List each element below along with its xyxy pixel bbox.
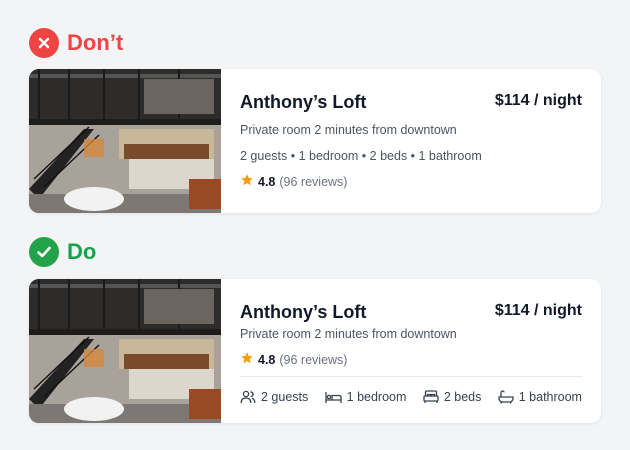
listing-rating: 4.8 (96 reviews) [240,351,347,368]
amenity-guests: 2 guests [240,390,308,404]
listing-rating: 4.8 (96 reviews) [240,173,347,190]
listing-details: 2 guests • 1 bedroom • 2 beds • 1 bathro… [240,149,482,163]
listing-card-dont[interactable]: Anthony’s Loft $114 / night Private room… [29,69,601,213]
amenity-label: 1 bedroom [346,390,407,404]
listing-price: $114 / night [494,92,582,109]
amenity-bedroom: 1 bedroom [325,390,407,404]
listing-photo [29,279,221,423]
listing-title[interactable]: Anthony’s Loft [240,302,366,323]
rating-reviews[interactable]: (96 reviews) [279,353,347,367]
bedroom-icon [325,391,342,404]
star-icon [240,173,254,190]
check-circle-icon [29,237,59,267]
listing-card-do[interactable]: Anthony’s Loft $114 / night Private room… [29,279,601,423]
listing-subtitle: Private room 2 minutes from downtown [240,327,457,341]
do-heading: Do [29,237,96,267]
amenity-label: 2 beds [443,390,482,404]
amenity-label: 2 guests [261,390,309,404]
amenity-beds: 2 beds [423,390,482,404]
amenities-row: 2 guests 1 bedroom 2 beds 1 bathroom [240,390,582,404]
rating-reviews[interactable]: (96 reviews) [279,175,347,189]
listing-photo [29,69,221,213]
x-circle-icon [29,28,59,58]
do-label: Do [67,239,97,264]
listing-subtitle: Private room 2 minutes from downtown [240,123,457,137]
rating-score: 4.8 [258,174,276,189]
listing-info: Anthony’s Loft $114 / night Private room… [221,69,601,213]
listing-title[interactable]: Anthony’s Loft [240,92,366,113]
guests-icon [240,390,256,404]
bathtub-icon [498,390,514,404]
amenity-label: 1 bathroom [518,390,582,404]
bed-icon [423,390,439,404]
listing-price: $114 / night [494,302,582,319]
dont-heading: Don’t [29,28,123,58]
divider [240,376,582,377]
dont-label: Don’t [67,30,124,55]
amenity-bathroom: 1 bathroom [498,390,582,404]
rating-score: 4.8 [258,352,276,367]
star-icon [240,351,254,368]
listing-info: Anthony’s Loft $114 / night Private room… [221,279,601,423]
